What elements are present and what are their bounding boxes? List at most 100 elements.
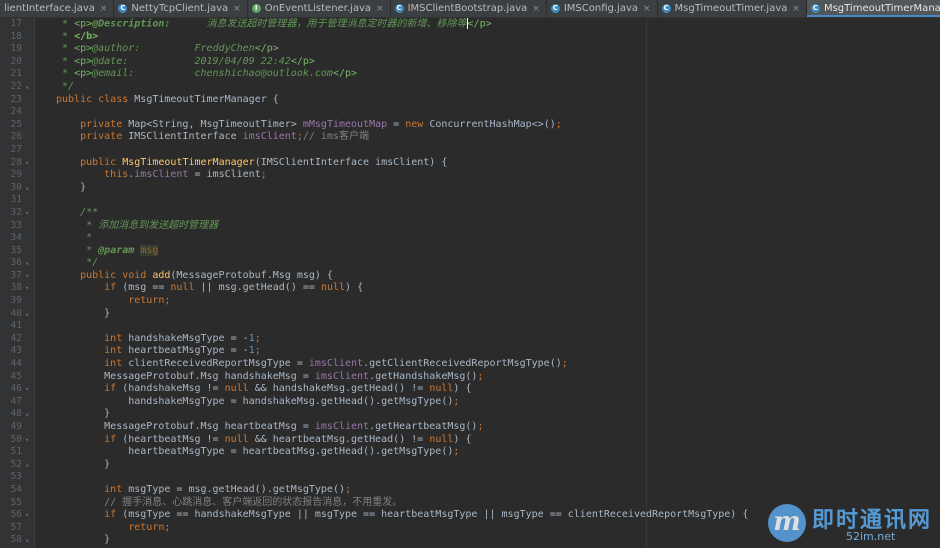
close-icon[interactable]: × xyxy=(100,4,108,14)
code-text: return; xyxy=(56,522,170,535)
code-token: public class xyxy=(56,93,135,105)
code-token: heartbeatMsgType = - xyxy=(128,345,249,357)
fold-toggle-icon[interactable]: ▾ xyxy=(25,509,29,522)
close-icon[interactable]: × xyxy=(643,4,651,14)
code-token: (MessageProtobuf.Msg msg) { xyxy=(170,269,333,281)
code-line: 28 ▾ public MsgTimeoutTimerManager(IMSCli… xyxy=(0,157,940,170)
code-line: 18 * </b> xyxy=(0,31,940,44)
code-token: </p> xyxy=(290,55,315,67)
line-number: 54 xyxy=(10,483,22,495)
close-icon[interactable]: × xyxy=(233,4,241,14)
code-token: */ xyxy=(56,257,99,269)
code-token: int xyxy=(56,332,129,344)
fold-toggle-icon[interactable]: ▴ xyxy=(25,182,29,195)
code-line: 24 xyxy=(0,106,940,119)
code-token: clientReceivedReportMsgType = xyxy=(128,358,309,370)
code-token: MsgTimeoutTimerManager { xyxy=(134,93,279,105)
code-token: MessageProtobuf.Msg heartbeatMsg = xyxy=(56,421,315,432)
fold-toggle-icon[interactable]: ▴ xyxy=(25,308,29,321)
code-token: null xyxy=(224,383,255,395)
fold-toggle-icon[interactable]: ▴ xyxy=(25,459,29,472)
line-number: 27 xyxy=(10,143,22,155)
fold-toggle-icon[interactable]: ▴ xyxy=(25,534,29,547)
line-number: 30 xyxy=(10,181,22,193)
tab-label: lientInterface.java xyxy=(4,3,95,14)
fold-toggle-icon[interactable]: ▾ xyxy=(25,383,29,396)
line-number: 58 xyxy=(10,534,22,546)
fold-toggle-icon[interactable]: ▾ xyxy=(25,207,29,220)
fold-toggle-icon[interactable]: ▴ xyxy=(25,408,29,421)
code-token: } xyxy=(56,408,111,420)
line-number: 38 xyxy=(10,282,22,294)
code-token: .getHeartbeatMsg() xyxy=(369,421,478,432)
code-text: if (heartbeatMsg != null && heartbeatMsg… xyxy=(56,434,471,447)
code-token: @email: chenshichao@outlook.com xyxy=(92,68,333,80)
code-token: (msg == xyxy=(122,282,171,294)
code-line: 38 ▾ if (msg == null || msg.getHead() == … xyxy=(0,282,940,295)
code-token: mMsgTimeoutMap xyxy=(302,118,388,130)
code-token: ; xyxy=(477,370,484,382)
editor-tab[interactable]: C NettyTcpClient.java × xyxy=(114,0,248,17)
editor-tab[interactable]: C IMSConfig.java × xyxy=(547,0,658,17)
code-token: <p> xyxy=(74,55,93,67)
editor-tab-bar: lientInterface.java × C NettyTcpClient.java… xyxy=(0,0,940,18)
fold-toggle-icon[interactable]: ▴ xyxy=(25,257,29,270)
code-line: 21 * <p>@email: chenshichao@outlook.com<… xyxy=(0,68,940,81)
code-token: ; xyxy=(254,332,261,344)
code-line: 54 int msgType = msg.getHead().getMsgTyp… xyxy=(0,484,940,497)
code-line: 51 heartbeatMsgType = heartbeatMsg.getHe… xyxy=(0,446,940,459)
code-token: add xyxy=(152,269,171,281)
line-number: 51 xyxy=(10,446,22,458)
fold-toggle-icon[interactable]: ▾ xyxy=(25,282,29,295)
code-token: @Description: xyxy=(92,18,171,30)
line-number: 20 xyxy=(10,55,22,67)
editor-tab[interactable]: C IMSClientBootstrap.java × xyxy=(391,0,547,17)
code-token: .getHandshakeMsg() xyxy=(369,370,478,382)
line-number: 49 xyxy=(10,421,22,432)
code-line: 33 * 添加消息到发送超时管理器 xyxy=(0,220,940,233)
code-text: * <p>@date: 2019/04/09 22:42</p> xyxy=(56,56,315,69)
editor-tab[interactable]: CMsgTimeoutTimerManager.java× xyxy=(806,0,940,17)
line-number: 47 xyxy=(10,395,22,407)
fold-toggle-icon[interactable]: ▾ xyxy=(25,434,29,447)
code-token: ) { xyxy=(453,433,472,445)
editor-tab[interactable]: I OnEventListener.java × xyxy=(248,0,391,17)
code-text: } xyxy=(56,182,86,195)
fold-toggle-icon[interactable]: ▾ xyxy=(25,270,29,283)
code-token: </p> xyxy=(254,43,279,55)
code-text: public MsgTimeoutTimerManager(IMSClientI… xyxy=(56,157,447,170)
code-token: * xyxy=(56,232,93,244)
code-editor[interactable]: 17 * <p>@Description: 消息发送超时管理器，用于管理消息定时… xyxy=(0,18,940,548)
line-number: 29 xyxy=(10,169,22,181)
editor-tab[interactable]: C MsgTimeoutTimer.java × xyxy=(658,0,807,17)
close-icon[interactable]: × xyxy=(376,4,384,14)
line-number: 17 xyxy=(10,18,22,29)
code-text: * <p>@email: chenshichao@outlook.com</p> xyxy=(56,68,357,81)
line-number: 46 xyxy=(10,383,22,395)
code-token: public void xyxy=(56,269,153,281)
code-token: (msgType == handshakeMsgType || msgType … xyxy=(122,509,749,521)
close-icon[interactable]: × xyxy=(792,4,800,14)
code-token: /** xyxy=(56,206,99,218)
fold-toggle-icon[interactable]: ▾ xyxy=(25,157,29,170)
line-number: 24 xyxy=(10,106,22,118)
code-token: <p> xyxy=(74,68,93,80)
code-token: MsgTimeoutTimerManager xyxy=(122,156,255,168)
code-token: = xyxy=(387,118,406,130)
code-token: if xyxy=(56,509,123,521)
code-token: ) { xyxy=(453,383,472,395)
line-number: 40 xyxy=(10,307,22,319)
editor-tab[interactable]: lientInterface.java × xyxy=(0,0,115,17)
close-icon[interactable]: × xyxy=(532,4,540,14)
code-token: return; xyxy=(56,295,171,307)
code-line: 49 MessageProtobuf.Msg heartbeatMsg = im… xyxy=(0,421,940,434)
class-icon: C xyxy=(394,4,404,13)
code-token: null xyxy=(429,383,454,395)
watermark-url: 52im.net xyxy=(846,530,896,543)
code-token: = imsClient xyxy=(188,169,261,181)
code-area[interactable]: 17 * <p>@Description: 消息发送超时管理器，用于管理消息定时… xyxy=(0,18,940,548)
fold-toggle-icon[interactable]: ▴ xyxy=(25,81,29,94)
class-icon: C xyxy=(810,4,820,13)
line-number: 31 xyxy=(10,194,22,206)
tab-label: MsgTimeoutTimerManager.java xyxy=(823,3,940,14)
